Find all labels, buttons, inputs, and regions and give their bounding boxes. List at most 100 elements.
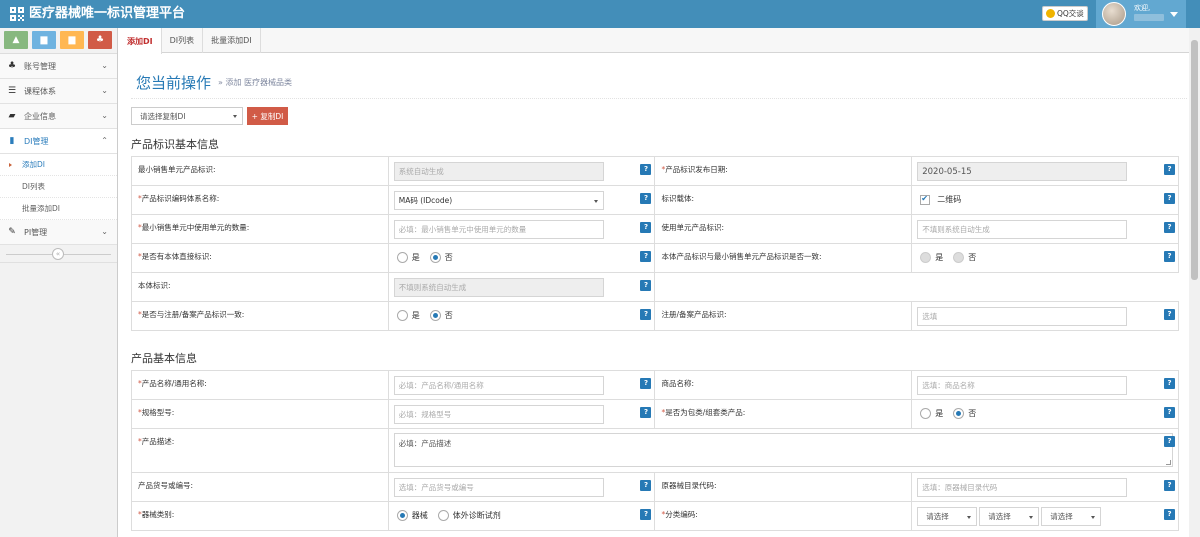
help-icon[interactable]: ? xyxy=(640,280,652,291)
radio-no[interactable] xyxy=(953,408,965,419)
field-cell: 系统自动生成? xyxy=(387,156,656,186)
brand[interactable]: 医疗器械唯一标识管理平台 xyxy=(10,5,185,23)
carrier-label: 标识载体: xyxy=(661,194,695,203)
help-icon[interactable]: ? xyxy=(640,251,652,262)
radio-yes[interactable] xyxy=(396,252,408,263)
product-name-input[interactable]: 必填：产品名称/通用名称 xyxy=(393,376,604,395)
sidebar-subitem-di-list[interactable]: DI列表 xyxy=(0,176,117,198)
scrollbar[interactable] xyxy=(1189,28,1200,537)
field-label: 最小销售单元产品标识: xyxy=(131,156,389,186)
help-icon[interactable]: ? xyxy=(1164,164,1175,175)
users-shortcut-button[interactable]: ♣ xyxy=(88,31,112,49)
sidebar-subitem-batch-add-di[interactable]: 批量添加DI xyxy=(0,198,117,220)
sidebar-item-pi[interactable]: ✎ PI管理 ⌄ xyxy=(0,220,117,245)
user-menu[interactable]: 欢迎, xyxy=(1096,0,1186,28)
help-icon[interactable]: ? xyxy=(1164,407,1175,418)
help-icon[interactable]: ? xyxy=(1164,378,1175,389)
field-cell: 选填? xyxy=(911,301,1179,331)
section-title-identifier: 产品标识基本信息 xyxy=(131,138,219,151)
radio-device[interactable] xyxy=(396,510,408,521)
book-icon: ▮ xyxy=(9,136,15,146)
help-icon[interactable]: ? xyxy=(640,222,652,233)
class-code-select-2[interactable]: 请选择 xyxy=(979,507,1040,526)
copy-di-button[interactable]: + 复制DI xyxy=(247,107,288,125)
release-date-input[interactable]: 2020-05-15 xyxy=(917,162,1128,181)
help-icon[interactable]: ? xyxy=(1164,436,1175,447)
avatar xyxy=(1102,2,1126,26)
chevron-down-icon: ⌄ xyxy=(101,61,108,70)
code-system-select[interactable]: MA码 (IDcode) xyxy=(393,191,604,210)
list-icon: ☰ xyxy=(7,86,17,96)
sidebar-subitem-add-di[interactable]: 添加DI xyxy=(0,154,117,176)
qq-icon xyxy=(1046,9,1055,18)
tab-add-di[interactable]: 添加DI xyxy=(119,28,162,54)
qr-logo-icon xyxy=(10,7,24,21)
product-description-textarea[interactable]: 必填：产品描述 xyxy=(393,433,1173,467)
carrier-checkbox[interactable] xyxy=(920,194,931,205)
class-code-select-1[interactable]: 请选择 xyxy=(917,507,978,526)
chevron-down-icon: ⌄ xyxy=(101,227,108,236)
cogs-shortcut-button[interactable]: ▆ xyxy=(60,31,84,49)
help-icon[interactable]: ? xyxy=(1164,251,1175,262)
radio-yes[interactable] xyxy=(396,310,408,321)
help-icon[interactable]: ? xyxy=(640,164,652,175)
min-unit-input[interactable]: 系统自动生成 xyxy=(393,162,604,181)
help-icon[interactable]: ? xyxy=(640,480,652,491)
body-mark-input[interactable]: 不填则系统自动生成 xyxy=(393,278,604,297)
spec-input[interactable]: 必填：规格型号 xyxy=(393,405,604,424)
sidebar-item-label: 账号管理 xyxy=(24,61,56,71)
field-label: *最小销售单元中使用单元的数量: xyxy=(131,214,389,244)
scrollbar-thumb[interactable] xyxy=(1191,40,1198,280)
collapse-arrow-icon[interactable]: « xyxy=(52,248,64,260)
sidebar-item-course[interactable]: ☰ 课程体系 ⌄ xyxy=(0,79,117,104)
qq-chat-button[interactable]: QQ交谈 xyxy=(1042,6,1088,21)
field-cell: 是否? xyxy=(387,301,656,331)
use-unit-input[interactable]: 不填则系统自动生成 xyxy=(917,220,1128,239)
pencil-shortcut-button[interactable]: ▆ xyxy=(32,31,56,49)
reg-mark-input[interactable]: 选填 xyxy=(917,307,1128,326)
radio-ivd[interactable] xyxy=(437,510,449,521)
help-icon[interactable]: ? xyxy=(640,407,652,418)
chevron-down-icon: ⌄ xyxy=(101,111,108,120)
empty-cell xyxy=(654,272,912,302)
chevron-down-icon: ⌄ xyxy=(101,86,108,95)
catalog-code-input[interactable]: 选填：原器械目录代码 xyxy=(917,478,1128,497)
help-icon[interactable]: ? xyxy=(1164,509,1175,520)
sidebar-item-account[interactable]: ♣ 账号管理 ⌄ xyxy=(0,54,117,79)
resize-handle-icon[interactable] xyxy=(1166,460,1171,465)
help-icon[interactable]: ? xyxy=(1164,480,1175,491)
category-label: 器械类别: xyxy=(141,510,175,519)
help-icon[interactable]: ? xyxy=(640,378,652,389)
signal-shortcut-button[interactable]: ▲ xyxy=(4,31,28,49)
radio-no[interactable] xyxy=(429,252,441,263)
field-cell: 是否? xyxy=(911,243,1179,273)
help-icon[interactable]: ? xyxy=(640,509,652,520)
help-icon[interactable]: ? xyxy=(640,193,652,204)
class-code-select-3[interactable]: 请选择 xyxy=(1041,507,1102,526)
field-cell: 必填：最小销售单元中使用单元的数量? xyxy=(387,214,656,244)
help-icon[interactable]: ? xyxy=(1164,193,1175,204)
sidebar-item-company[interactable]: ▰ 企业信息 ⌄ xyxy=(0,104,117,129)
field-cell: 选填：商品名称? xyxy=(911,370,1179,400)
help-icon[interactable]: ? xyxy=(640,309,652,320)
product-form: *产品名称/通用名称: 必填：产品名称/通用名称? 商品名称: 选填：商品名称?… xyxy=(131,370,1180,531)
field-cell: 不填则系统自动生成? xyxy=(911,214,1179,244)
field-cell: 必填：产品名称/通用名称? xyxy=(387,370,656,400)
field-label: *产品标识发布日期: xyxy=(654,156,913,186)
sidebar: ▲ ▆ ▆ ♣ ♣ 账号管理 ⌄ ☰ 课程体系 ⌄ ▰ 企业信息 ⌄ ▮ DI管理 ⌃ 添加DI… xyxy=(0,28,118,537)
sidebar-item-di[interactable]: ▮ DI管理 ⌃ xyxy=(0,129,117,154)
unit-count-input[interactable]: 必填：最小销售单元中使用单元的数量 xyxy=(393,220,604,239)
copy-di-select[interactable]: 请选择复制DI xyxy=(131,107,243,125)
trade-name-input[interactable]: 选填：商品名称 xyxy=(917,376,1128,395)
help-icon[interactable]: ? xyxy=(1164,309,1175,320)
radio-no[interactable] xyxy=(429,310,441,321)
tab-di-list[interactable]: DI列表 xyxy=(162,28,204,53)
item-no-input[interactable]: 选填：产品货号或编号 xyxy=(393,478,604,497)
use-unit-label: 使用单元产品标识: xyxy=(661,223,725,232)
help-icon[interactable]: ? xyxy=(1164,222,1175,233)
tab-batch-add-di[interactable]: 批量添加DI xyxy=(203,28,261,53)
min-unit-label: 最小销售单元产品标识: xyxy=(138,165,216,174)
direct-mark-label: 是否有本体直接标识: xyxy=(141,252,212,261)
radio-yes[interactable] xyxy=(920,408,932,419)
body-mark-label: 本体标识: xyxy=(138,281,171,290)
